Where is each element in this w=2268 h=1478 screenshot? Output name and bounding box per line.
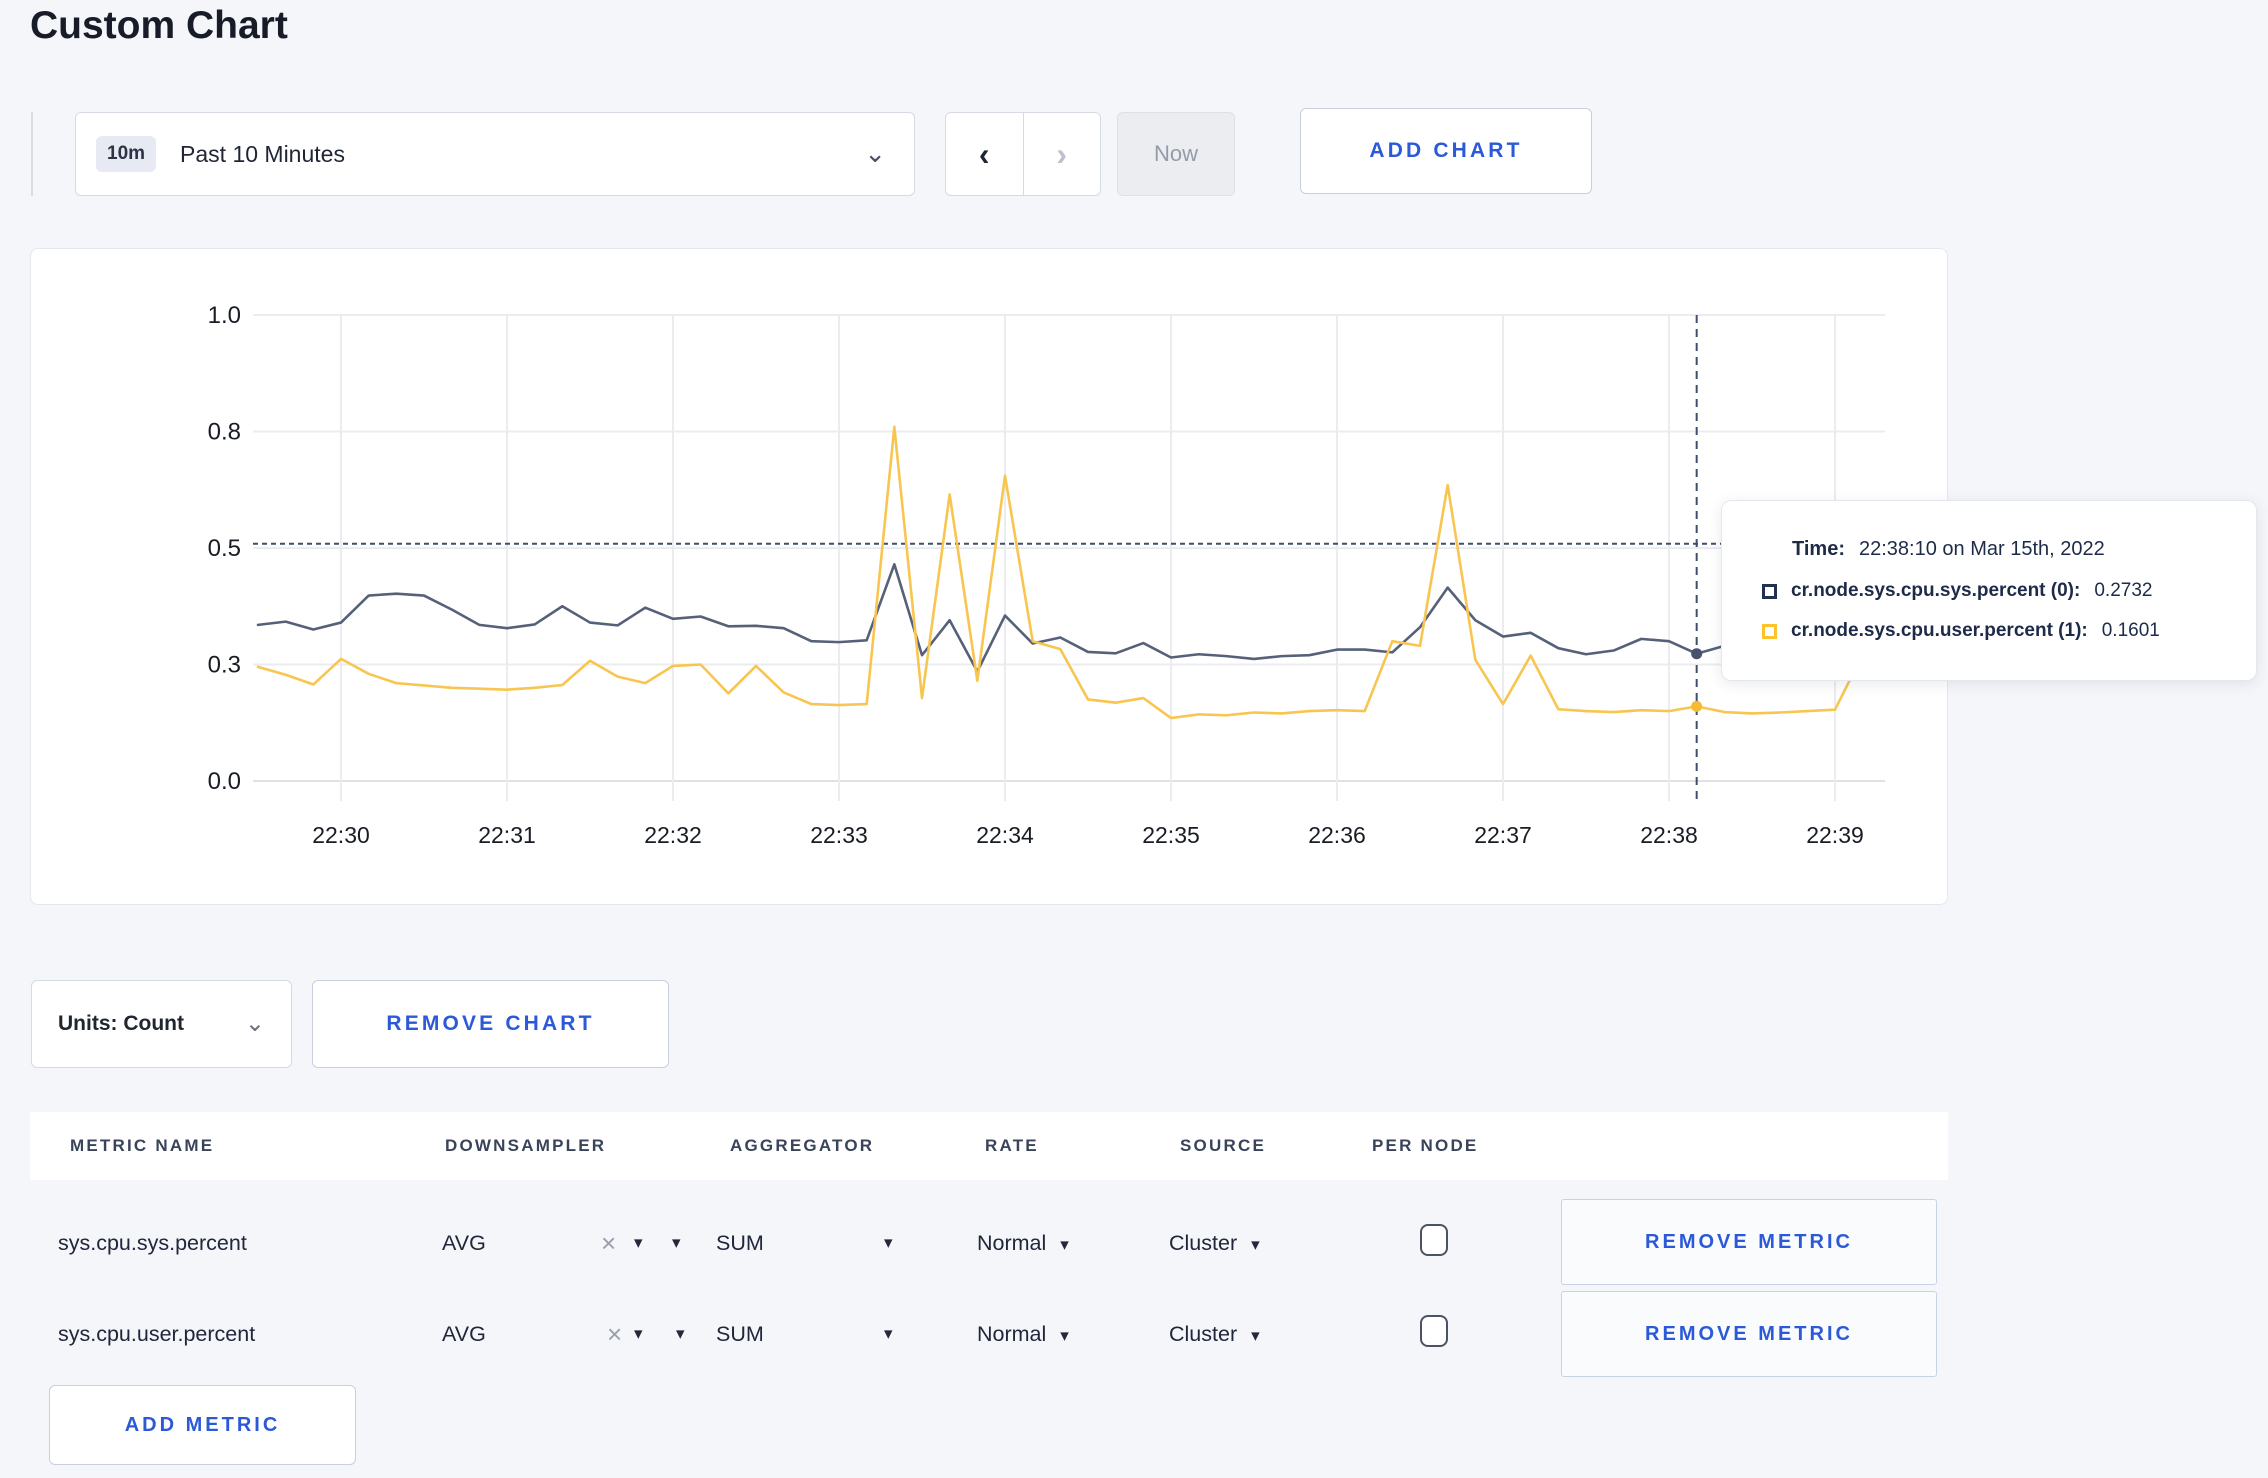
source-select[interactable]: Cluster ▾ bbox=[1169, 1317, 1260, 1351]
chevron-down-icon: ▾ bbox=[1251, 1326, 1260, 1345]
col-source: SOURCE bbox=[1180, 1136, 1266, 1155]
svg-text:1.0: 1.0 bbox=[208, 302, 241, 329]
chevron-down-icon: ⌄ bbox=[244, 1009, 265, 1037]
custom-chart-plot[interactable]: 0.0 0.3 0.5 0.8 1.0 22:30 22:31 22:32 22:33 22:34… bbox=[31, 249, 1949, 906]
remove-chart-button[interactable]: REMOVE CHART bbox=[312, 980, 669, 1068]
chevron-down-icon[interactable]: ▾ bbox=[634, 1226, 643, 1260]
remove-metric-button[interactable]: REMOVE METRIC bbox=[1561, 1199, 1937, 1285]
tooltip-sys-label: cr.node.sys.cpu.sys.percent (0): bbox=[1791, 580, 2081, 601]
rate-select[interactable]: Normal ▾ bbox=[977, 1317, 1069, 1351]
chevron-down-icon: ▾ bbox=[1060, 1326, 1069, 1345]
now-button[interactable]: Now bbox=[1117, 112, 1235, 196]
svg-text:22:34: 22:34 bbox=[976, 822, 1034, 848]
downsampler-select[interactable]: AVG bbox=[442, 1317, 486, 1351]
next-time-button[interactable]: › bbox=[1024, 113, 1101, 195]
svg-text:22:39: 22:39 bbox=[1806, 822, 1864, 848]
svg-text:0.8: 0.8 bbox=[208, 419, 241, 446]
source-select[interactable]: Cluster ▾ bbox=[1169, 1226, 1260, 1260]
svg-text:22:31: 22:31 bbox=[478, 822, 536, 848]
units-select[interactable]: Units: Count ⌄ bbox=[31, 980, 292, 1068]
svg-text:22:30: 22:30 bbox=[312, 822, 370, 848]
col-per-node: PER NODE bbox=[1372, 1136, 1479, 1155]
time-pager: ‹ › bbox=[945, 112, 1101, 196]
chevron-down-icon[interactable]: ▾ bbox=[884, 1226, 893, 1260]
col-aggregator: AGGREGATOR bbox=[730, 1136, 875, 1155]
svg-text:0.5: 0.5 bbox=[208, 535, 241, 562]
units-label: Units: Count bbox=[58, 1012, 184, 1035]
svg-text:22:36: 22:36 bbox=[1308, 822, 1366, 848]
time-range-badge: 10m bbox=[96, 136, 157, 172]
remove-metric-button[interactable]: REMOVE METRIC bbox=[1561, 1291, 1937, 1377]
downsampler-select[interactable]: AVG bbox=[442, 1226, 486, 1260]
metric-name-value: sys.cpu.user.percent bbox=[58, 1322, 256, 1346]
add-chart-button[interactable]: ADD CHART bbox=[1300, 108, 1592, 194]
rate-select[interactable]: Normal ▾ bbox=[977, 1226, 1069, 1260]
close-icon[interactable]: × bbox=[601, 1226, 616, 1260]
svg-text:22:35: 22:35 bbox=[1142, 822, 1200, 848]
tooltip-time-label: Time: bbox=[1792, 537, 1845, 560]
close-icon[interactable]: × bbox=[607, 1317, 622, 1351]
prev-time-button[interactable]: ‹ bbox=[946, 113, 1024, 195]
sys-series-swatch-icon bbox=[1762, 583, 1777, 599]
svg-text:22:38: 22:38 bbox=[1640, 822, 1698, 848]
tooltip-sys-value: 0.2732 bbox=[2094, 580, 2153, 601]
page-title: Custom Chart bbox=[30, 4, 288, 47]
toolbar-divider bbox=[31, 112, 33, 196]
tooltip-user-label: cr.node.sys.cpu.user.percent (1): bbox=[1791, 620, 2088, 641]
metric-name-value: sys.cpu.sys.percent bbox=[58, 1231, 247, 1255]
per-node-checkbox[interactable] bbox=[1420, 1315, 1448, 1347]
svg-text:22:33: 22:33 bbox=[810, 822, 868, 848]
metrics-table-header: METRIC NAME DOWNSAMPLER AGGREGATOR RATE … bbox=[30, 1112, 1948, 1180]
chevron-down-icon[interactable]: ▾ bbox=[676, 1317, 685, 1351]
chevron-down-icon[interactable]: ▾ bbox=[672, 1226, 681, 1260]
chevron-down-icon: ⌄ bbox=[864, 138, 886, 169]
col-metric-name: METRIC NAME bbox=[70, 1136, 215, 1155]
chevron-down-icon[interactable]: ▾ bbox=[884, 1317, 893, 1351]
tooltip-user-value: 0.1601 bbox=[2101, 620, 2160, 641]
chevron-down-icon: ▾ bbox=[1251, 1235, 1260, 1254]
svg-text:22:32: 22:32 bbox=[644, 822, 702, 848]
aggregator-select[interactable]: SUM bbox=[716, 1317, 764, 1351]
col-downsampler: DOWNSAMPLER bbox=[445, 1136, 607, 1155]
aggregator-select[interactable]: SUM bbox=[716, 1226, 764, 1260]
svg-text:0.3: 0.3 bbox=[208, 652, 241, 679]
per-node-checkbox[interactable] bbox=[1420, 1224, 1448, 1256]
svg-text:22:37: 22:37 bbox=[1474, 822, 1532, 848]
svg-text:0.0: 0.0 bbox=[208, 768, 241, 795]
col-rate: RATE bbox=[985, 1136, 1039, 1155]
chevron-down-icon: ▾ bbox=[1060, 1235, 1069, 1254]
time-range-select[interactable]: 10m Past 10 Minutes ⌄ bbox=[75, 112, 915, 196]
tooltip-time-value: 22:38:10 on Mar 15th, 2022 bbox=[1858, 537, 2105, 560]
user-series-swatch-icon bbox=[1762, 623, 1777, 639]
add-metric-button[interactable]: ADD METRIC bbox=[49, 1385, 356, 1465]
time-range-label: Past 10 Minutes bbox=[180, 140, 345, 167]
chart-tooltip: Time: 22:38:10 on Mar 15th, 2022 cr.node… bbox=[1721, 500, 2257, 681]
chevron-down-icon[interactable]: ▾ bbox=[634, 1317, 643, 1351]
chart-card: 0.0 0.3 0.5 0.8 1.0 22:30 22:31 22:32 22:33 22:34… bbox=[30, 248, 1948, 905]
